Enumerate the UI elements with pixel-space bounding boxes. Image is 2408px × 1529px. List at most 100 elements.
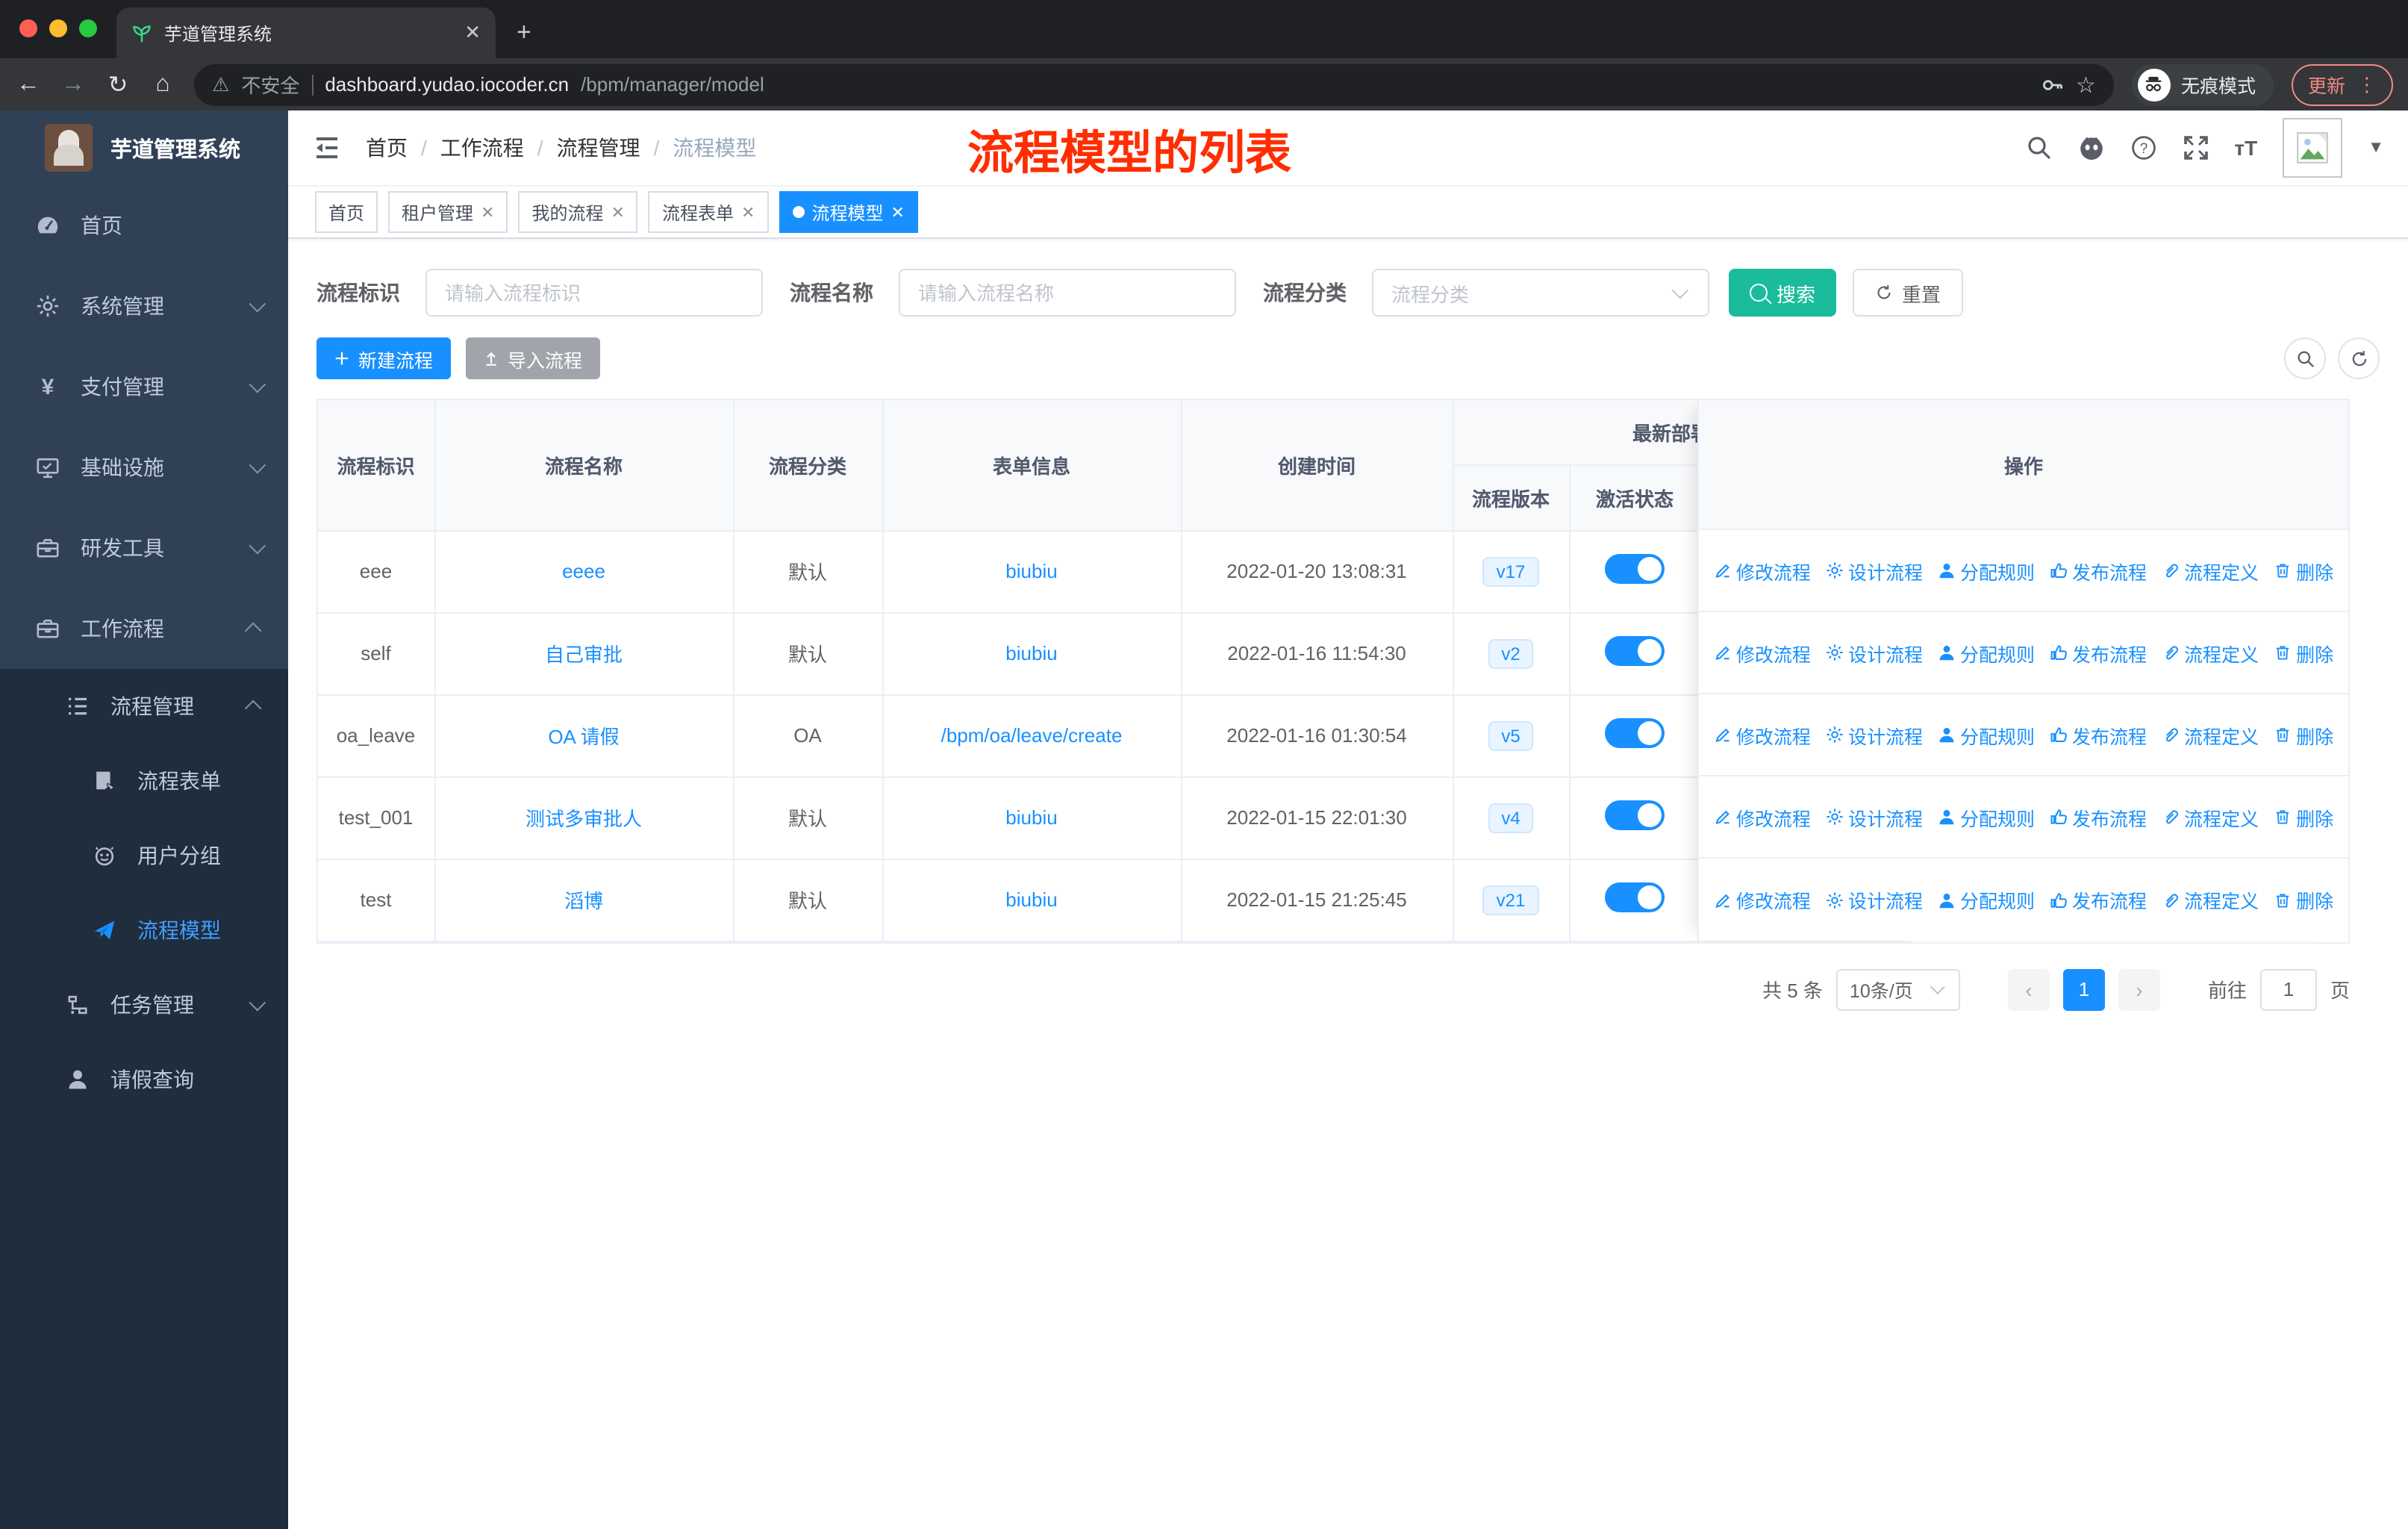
home-icon[interactable]: ⌂ bbox=[149, 71, 176, 98]
reload-icon[interactable]: ↻ bbox=[105, 69, 131, 99]
assign-rule-link[interactable]: 分配规则 bbox=[1938, 885, 2035, 914]
process-name-link[interactable]: eeee bbox=[562, 560, 605, 582]
refresh-table-button[interactable] bbox=[2338, 337, 2380, 379]
create-process-button[interactable]: 新建流程 bbox=[316, 337, 452, 379]
active-status-toggle[interactable] bbox=[1605, 800, 1665, 830]
publish-process-link[interactable]: 发布流程 bbox=[2050, 638, 2147, 667]
address-bar[interactable]: ⚠ 不安全 dashboard.yudao.iocoder.cn/bpm/man… bbox=[194, 63, 2114, 105]
form-info-link[interactable]: /bpm/oa/leave/create bbox=[941, 724, 1123, 747]
assign-rule-link[interactable]: 分配规则 bbox=[1938, 720, 2035, 749]
form-info-link[interactable]: biubiu bbox=[1005, 806, 1057, 829]
version-badge[interactable]: v5 bbox=[1488, 720, 1534, 750]
github-icon[interactable] bbox=[2077, 134, 2104, 161]
assign-rule-link[interactable]: 分配规则 bbox=[1938, 803, 2035, 831]
active-status-toggle[interactable] bbox=[1605, 882, 1665, 912]
design-process-link[interactable]: 设计流程 bbox=[1826, 720, 1923, 749]
sidebar-item-system[interactable]: 系统管理 bbox=[0, 266, 288, 346]
sidebar-item-infra[interactable]: 基础设施 bbox=[0, 427, 288, 508]
sidebar-item-workflow[interactable]: 工作流程 bbox=[0, 588, 288, 669]
publish-process-link[interactable]: 发布流程 bbox=[2050, 803, 2147, 831]
process-definition-link[interactable]: 流程定义 bbox=[2162, 720, 2259, 749]
publish-process-link[interactable]: 发布流程 bbox=[2050, 885, 2147, 914]
publish-process-link[interactable]: 发布流程 bbox=[2050, 556, 2147, 585]
toggle-search-button[interactable] bbox=[2284, 337, 2326, 379]
process-definition-link[interactable]: 流程定义 bbox=[2162, 638, 2259, 667]
reset-button[interactable]: 重置 bbox=[1853, 269, 1964, 317]
delete-link[interactable]: 删除 bbox=[2274, 885, 2333, 914]
new-tab-button[interactable]: + bbox=[517, 18, 531, 48]
breadcrumb-workflow[interactable]: 工作流程 bbox=[440, 133, 524, 163]
process-name-link[interactable]: OA 请假 bbox=[548, 726, 619, 748]
help-icon[interactable] bbox=[2130, 134, 2156, 161]
minimize-window-button[interactable] bbox=[49, 19, 67, 37]
search-button[interactable]: 搜索 bbox=[1729, 269, 1837, 317]
tag-process-form[interactable]: 流程表单 ✕ bbox=[648, 191, 769, 233]
close-tag-icon[interactable]: ✕ bbox=[611, 202, 625, 222]
delete-link[interactable]: 删除 bbox=[2274, 556, 2333, 585]
process-name-link[interactable]: 自己审批 bbox=[545, 644, 623, 666]
process-id-input[interactable] bbox=[425, 269, 763, 317]
delete-link[interactable]: 删除 bbox=[2274, 638, 2333, 667]
tag-home[interactable]: 首页 bbox=[315, 191, 378, 233]
close-tag-icon[interactable]: ✕ bbox=[481, 202, 494, 222]
edit-process-link[interactable]: 修改流程 bbox=[1714, 885, 1811, 914]
delete-link[interactable]: 删除 bbox=[2274, 803, 2333, 831]
sidebar-item-leave-query[interactable]: 请假查询 bbox=[0, 1042, 288, 1117]
search-icon[interactable] bbox=[2025, 134, 2052, 161]
close-window-button[interactable] bbox=[19, 19, 37, 37]
edit-process-link[interactable]: 修改流程 bbox=[1714, 556, 1811, 585]
version-badge[interactable]: v21 bbox=[1482, 885, 1539, 915]
key-icon[interactable] bbox=[2040, 72, 2064, 96]
design-process-link[interactable]: 设计流程 bbox=[1826, 638, 1923, 667]
form-info-link[interactable]: biubiu bbox=[1005, 560, 1057, 582]
design-process-link[interactable]: 设计流程 bbox=[1826, 556, 1923, 585]
sidebar-item-payment[interactable]: ¥ 支付管理 bbox=[0, 346, 288, 427]
import-process-button[interactable]: 导入流程 bbox=[466, 337, 601, 379]
process-name-input[interactable] bbox=[899, 269, 1236, 317]
edit-process-link[interactable]: 修改流程 bbox=[1714, 803, 1811, 831]
version-badge[interactable]: v2 bbox=[1488, 638, 1534, 668]
sidebar-item-process-model[interactable]: 流程模型 bbox=[0, 893, 288, 968]
maximize-window-button[interactable] bbox=[79, 19, 97, 37]
caret-down-icon[interactable]: ▼ bbox=[2368, 139, 2384, 157]
sidebar-item-home[interactable]: 首页 bbox=[0, 185, 288, 266]
close-tag-icon[interactable]: ✕ bbox=[890, 202, 904, 222]
user-avatar[interactable] bbox=[2283, 118, 2343, 178]
close-tag-icon[interactable]: ✕ bbox=[741, 202, 755, 222]
form-info-link[interactable]: biubiu bbox=[1005, 642, 1057, 664]
active-status-toggle[interactable] bbox=[1605, 554, 1665, 584]
process-definition-link[interactable]: 流程定义 bbox=[2162, 556, 2259, 585]
tag-process-model-active[interactable]: 流程模型 ✕ bbox=[779, 191, 918, 233]
sidebar-toggle-icon[interactable] bbox=[312, 133, 342, 163]
process-definition-link[interactable]: 流程定义 bbox=[2162, 803, 2259, 831]
version-badge[interactable]: v4 bbox=[1488, 803, 1534, 832]
tag-tenant[interactable]: 租户管理 ✕ bbox=[388, 191, 508, 233]
breadcrumb-process-mgmt[interactable]: 流程管理 bbox=[557, 133, 640, 163]
publish-process-link[interactable]: 发布流程 bbox=[2050, 720, 2147, 749]
active-status-toggle[interactable] bbox=[1605, 718, 1665, 748]
assign-rule-link[interactable]: 分配规则 bbox=[1938, 556, 2035, 585]
version-badge[interactable]: v17 bbox=[1482, 556, 1539, 586]
page-size-select[interactable]: 10条/页 bbox=[1835, 968, 1960, 1010]
security-label[interactable]: 不安全 bbox=[241, 70, 299, 99]
tag-my-process[interactable]: 我的流程 ✕ bbox=[518, 191, 638, 233]
update-chrome-button[interactable]: 更新 ⋮ bbox=[2291, 63, 2393, 105]
bookmark-star-icon[interactable]: ☆ bbox=[2076, 71, 2096, 98]
active-status-toggle[interactable] bbox=[1605, 636, 1665, 666]
current-page-button[interactable]: 1 bbox=[2062, 968, 2105, 1010]
assign-rule-link[interactable]: 分配规则 bbox=[1938, 638, 2035, 667]
sidebar-item-user-group[interactable]: 用户分组 bbox=[0, 818, 288, 893]
design-process-link[interactable]: 设计流程 bbox=[1826, 885, 1923, 914]
sidebar-item-devtools[interactable]: 研发工具 bbox=[0, 508, 288, 588]
browser-tab[interactable]: 芋道管理系统 ✕ bbox=[116, 7, 496, 58]
process-definition-link[interactable]: 流程定义 bbox=[2162, 885, 2259, 914]
form-info-link[interactable]: biubiu bbox=[1005, 888, 1057, 911]
menu-dots-icon[interactable]: ⋮ bbox=[2357, 72, 2377, 96]
category-select[interactable]: 流程分类 bbox=[1372, 269, 1709, 317]
breadcrumb-home[interactable]: 首页 bbox=[366, 133, 408, 163]
back-icon[interactable]: ← bbox=[15, 71, 42, 98]
font-size-icon[interactable]: ᴛT bbox=[2234, 136, 2257, 160]
close-tab-icon[interactable]: ✕ bbox=[464, 21, 481, 45]
process-name-link[interactable]: 测试多审批人 bbox=[525, 808, 642, 830]
delete-link[interactable]: 删除 bbox=[2274, 720, 2333, 749]
